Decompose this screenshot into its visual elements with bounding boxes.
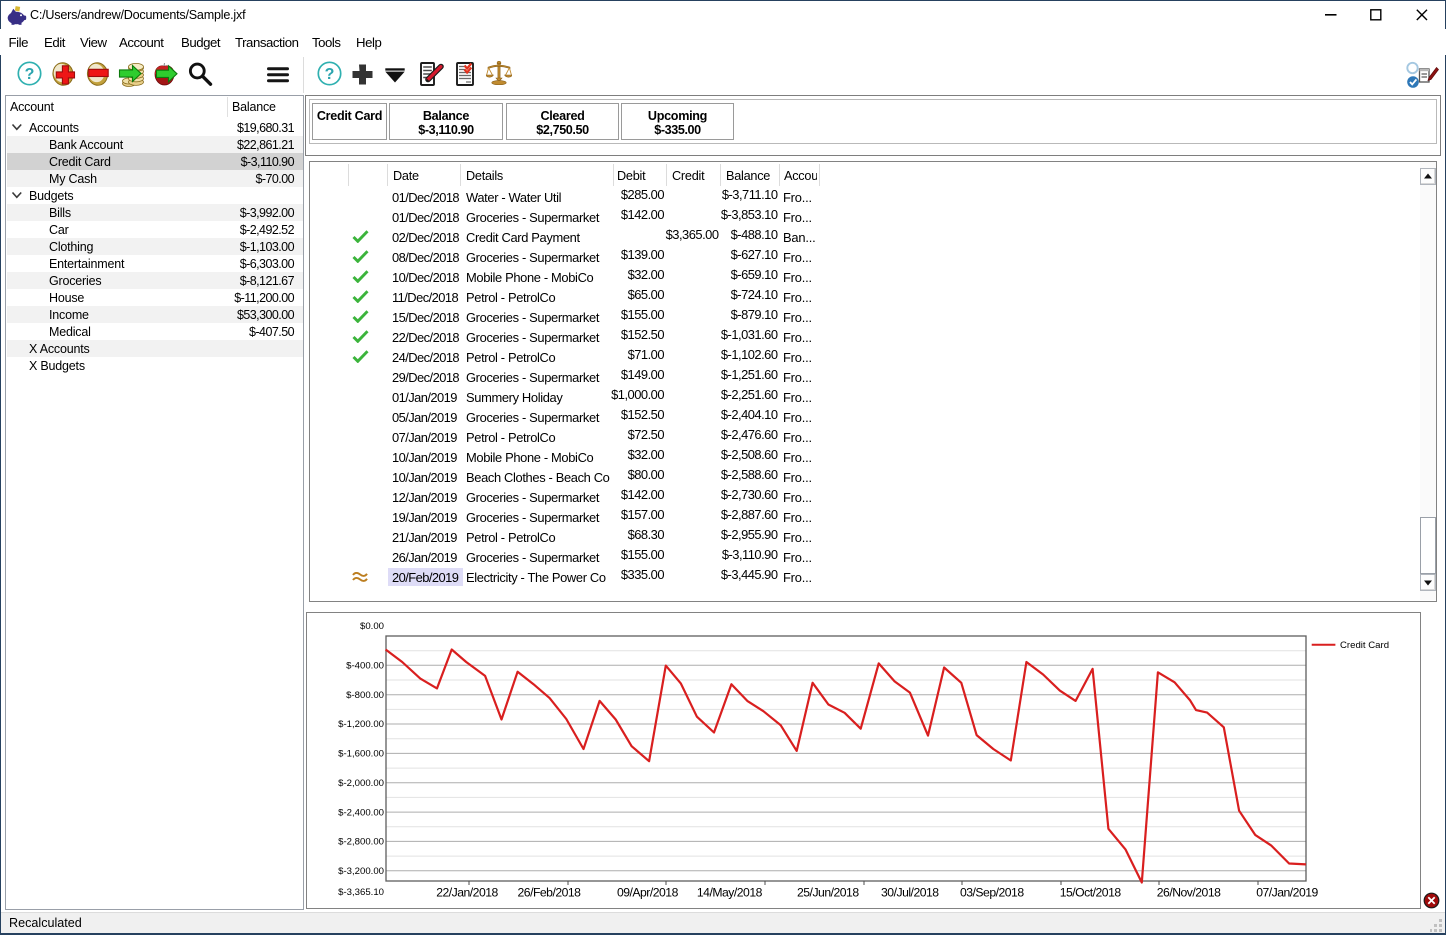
svg-text:$-3,365.10: $-3,365.10 <box>338 887 384 898</box>
svg-text:22/Jan/2018: 22/Jan/2018 <box>436 886 498 900</box>
svg-text:?: ? <box>25 66 35 83</box>
svg-text:$-800.00: $-800.00 <box>346 690 384 701</box>
svg-text:$0.00: $0.00 <box>360 621 384 632</box>
svg-text:25/Jun/2018: 25/Jun/2018 <box>797 886 859 900</box>
svg-text:$-3,200.00: $-3,200.00 <box>338 866 384 877</box>
svg-text:09/Apr/2018: 09/Apr/2018 <box>617 886 679 900</box>
svg-text:14/May/2018: 14/May/2018 <box>697 886 763 900</box>
svg-text:?: ? <box>325 66 335 83</box>
svg-text:$-1,200.00: $-1,200.00 <box>338 719 384 730</box>
svg-text:07/Jan/2019: 07/Jan/2019 <box>1256 886 1318 900</box>
svg-text:30/Jul/2018: 30/Jul/2018 <box>881 886 939 900</box>
svg-text:$-1,600.00: $-1,600.00 <box>338 749 384 760</box>
svg-text:$-2,000.00: $-2,000.00 <box>338 778 384 789</box>
svg-text:26/Nov/2018: 26/Nov/2018 <box>1157 886 1221 900</box>
svg-text:Credit Card: Credit Card <box>1340 640 1389 651</box>
svg-text:15/Oct/2018: 15/Oct/2018 <box>1060 886 1122 900</box>
svg-text:26/Feb/2018: 26/Feb/2018 <box>518 886 582 900</box>
svg-text:03/Sep/2018: 03/Sep/2018 <box>960 886 1024 900</box>
svg-text:$-2,400.00: $-2,400.00 <box>338 807 384 818</box>
svg-text:$-400.00: $-400.00 <box>346 661 384 672</box>
svg-text:$-2,800.00: $-2,800.00 <box>338 837 384 848</box>
